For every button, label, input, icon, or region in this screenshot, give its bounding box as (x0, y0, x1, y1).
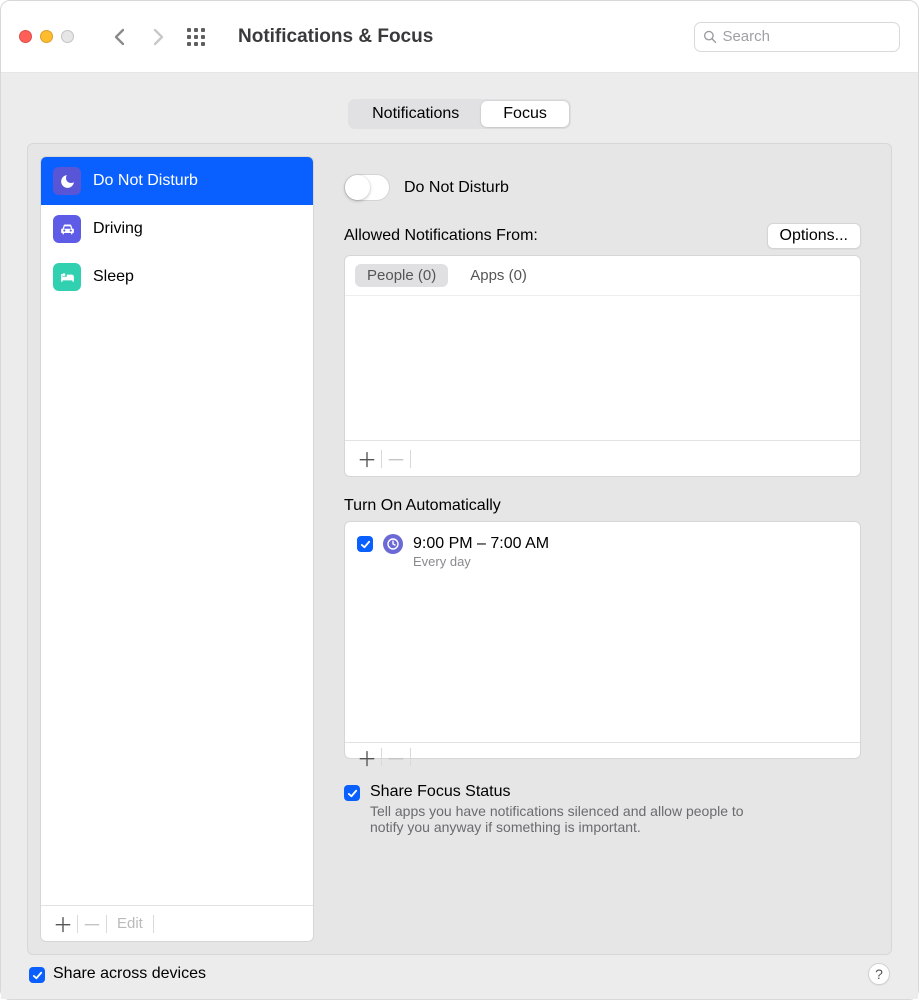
tab-segmented-control: Notifications Focus (348, 99, 571, 129)
remove-focus-button[interactable]: － (78, 910, 106, 938)
help-button[interactable]: ? (868, 963, 890, 985)
focus-item-label: Sleep (93, 268, 134, 286)
turn-on-label: Turn On Automatically (344, 497, 861, 515)
chevron-right-icon (152, 28, 164, 46)
schedule-checkbox[interactable] (357, 536, 373, 552)
focus-item-driving[interactable]: Driving (41, 205, 313, 253)
share-focus-status-desc: Tell apps you have notifications silence… (344, 803, 764, 835)
bed-icon (53, 263, 81, 291)
window-controls (19, 30, 74, 43)
grid-icon (187, 28, 205, 46)
focus-item-sleep[interactable]: Sleep (41, 253, 313, 301)
tab-focus[interactable]: Focus (481, 101, 569, 127)
close-window-button[interactable] (19, 30, 32, 43)
toggle-label: Do Not Disturb (404, 179, 509, 197)
add-allowed-button[interactable]: ＋ (353, 445, 381, 473)
share-across-devices-checkbox[interactable] (29, 967, 45, 983)
schedule-time: 9:00 PM – 7:00 AM (413, 534, 549, 554)
system-preferences-window: Notifications & Focus Notifications Focu… (0, 0, 919, 1000)
share-focus-status-checkbox[interactable] (344, 785, 360, 801)
allowed-notifications-label: Allowed Notifications From: (344, 227, 538, 245)
allowed-list (345, 296, 860, 440)
add-schedule-button[interactable]: ＋ (353, 743, 381, 771)
zoom-window-button[interactable] (61, 30, 74, 43)
check-icon (32, 970, 43, 981)
focus-list-footer: ＋ － Edit (41, 905, 313, 941)
apps-tab[interactable]: Apps (0) (458, 264, 539, 287)
schedule-box: 9:00 PM – 7:00 AM Every day ＋ － (344, 521, 861, 759)
back-button[interactable] (110, 27, 130, 47)
check-icon (360, 539, 371, 550)
people-tab[interactable]: People (0) (355, 264, 448, 287)
remove-allowed-button[interactable]: － (382, 445, 410, 473)
tab-notifications[interactable]: Notifications (350, 101, 481, 127)
clock-icon (383, 534, 403, 554)
schedule-item[interactable]: 9:00 PM – 7:00 AM Every day (345, 522, 860, 582)
show-all-button[interactable] (186, 27, 206, 47)
share-focus-status-label: Share Focus Status (370, 783, 511, 801)
add-focus-button[interactable]: ＋ (49, 910, 77, 938)
focus-item-do-not-disturb[interactable]: Do Not Disturb (41, 157, 313, 205)
search-icon (703, 29, 716, 44)
focus-detail: Do Not Disturb Allowed Notifications Fro… (326, 156, 879, 942)
options-button[interactable]: Options... (767, 223, 861, 249)
edit-focus-button[interactable]: Edit (107, 915, 153, 932)
main-panel: Do Not Disturb Driving Sleep ＋ (27, 143, 892, 955)
titlebar: Notifications & Focus (1, 1, 918, 73)
bottom-row: Share across devices ? (27, 955, 892, 985)
content-area: Notifications Focus Do Not Disturb Drivi… (1, 73, 918, 999)
minimize-window-button[interactable] (40, 30, 53, 43)
allowed-notifications-box: People (0) Apps (0) ＋ － (344, 255, 861, 477)
forward-button[interactable] (148, 27, 168, 47)
window-title: Notifications & Focus (238, 26, 433, 48)
share-across-devices-label: Share across devices (53, 965, 206, 983)
focus-list: Do Not Disturb Driving Sleep ＋ (40, 156, 314, 942)
car-icon (53, 215, 81, 243)
focus-item-label: Do Not Disturb (93, 172, 198, 190)
focus-item-label: Driving (93, 220, 143, 238)
nav-controls (110, 27, 206, 47)
moon-icon (53, 167, 81, 195)
remove-schedule-button[interactable]: － (382, 743, 410, 771)
do-not-disturb-toggle[interactable] (344, 174, 390, 201)
check-icon (347, 788, 358, 799)
chevron-left-icon (114, 28, 126, 46)
search-input[interactable] (722, 28, 891, 45)
search-field[interactable] (694, 22, 900, 52)
schedule-repeat: Every day (413, 554, 549, 570)
